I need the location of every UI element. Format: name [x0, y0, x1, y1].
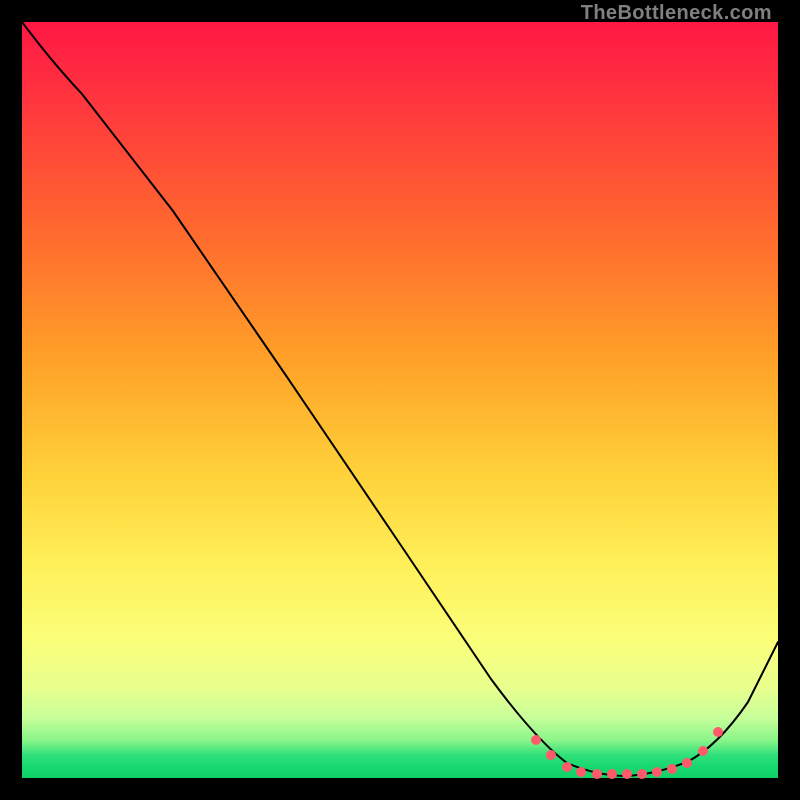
dot [607, 769, 617, 779]
dot [531, 735, 541, 745]
dot [682, 758, 692, 768]
attribution-text: TheBottleneck.com [581, 2, 772, 25]
dot [637, 769, 647, 779]
chart-plot-area [22, 22, 778, 778]
dot [576, 767, 586, 777]
valley-dots [22, 22, 778, 778]
chart-frame: TheBottleneck.com [0, 0, 800, 800]
dot [592, 769, 602, 779]
dot [698, 746, 708, 756]
dot [652, 767, 662, 777]
dot [667, 764, 677, 774]
dot [622, 769, 632, 779]
dot [546, 750, 556, 760]
dot [713, 727, 723, 737]
dot [562, 762, 572, 772]
dot-group [531, 727, 723, 779]
